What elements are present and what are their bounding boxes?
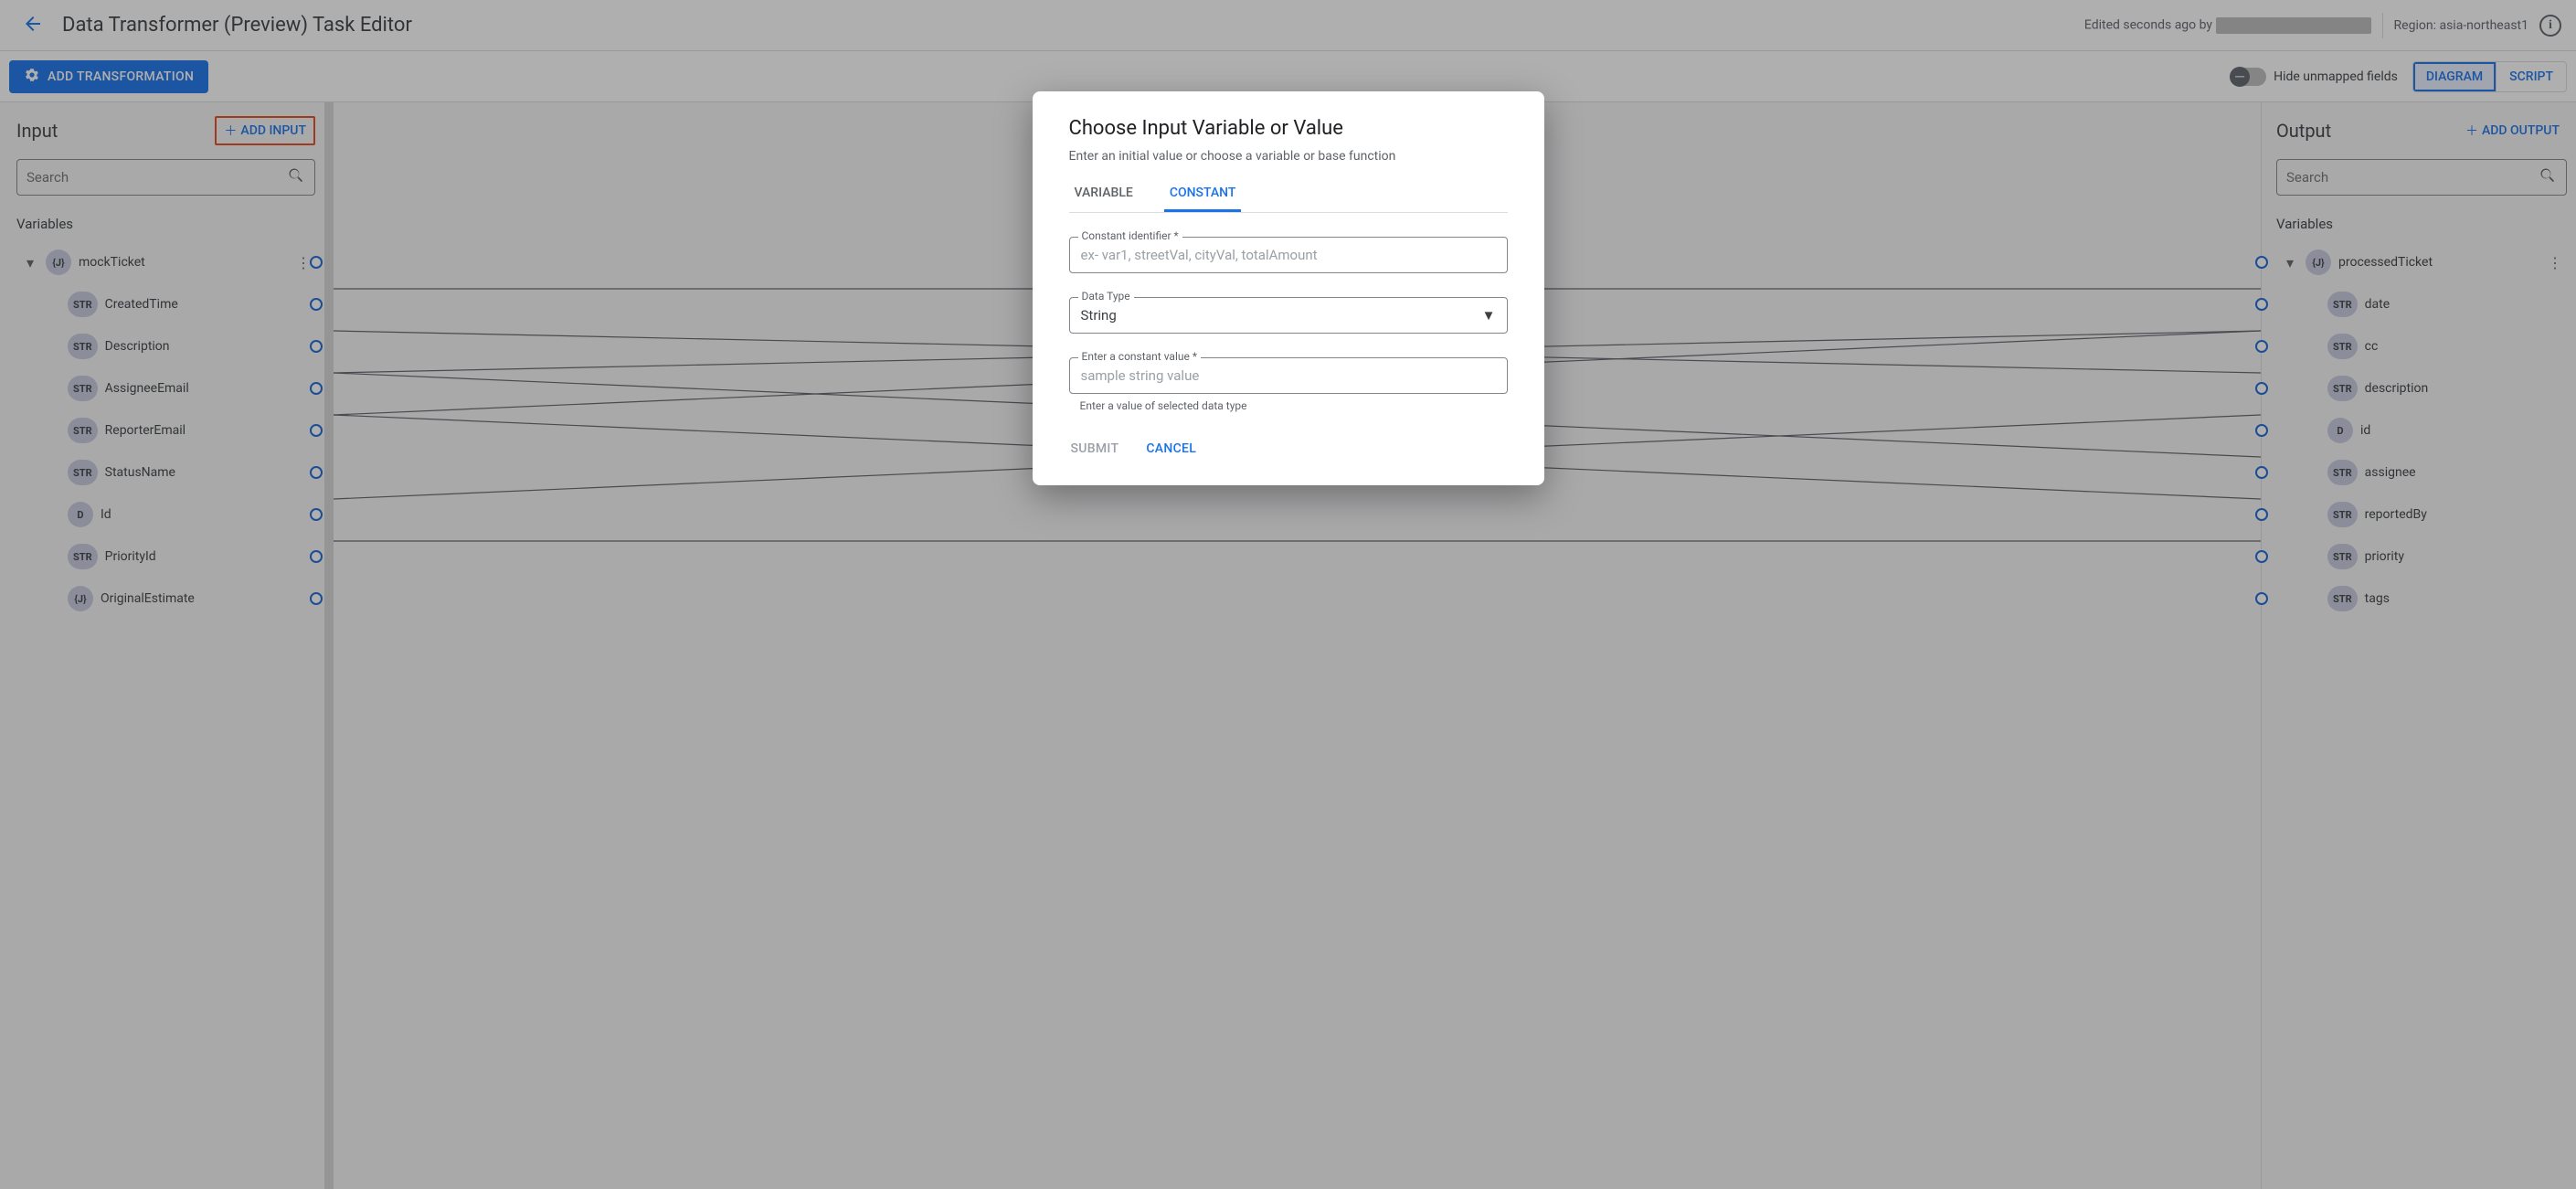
datatype-label: Data Type	[1078, 290, 1134, 303]
datatype-value: String	[1081, 307, 1117, 324]
constant-value-helper: Enter a value of selected data type	[1069, 399, 1508, 412]
identifier-input[interactable]	[1069, 237, 1508, 273]
submit-button[interactable]: SUBMIT	[1069, 436, 1121, 462]
modal-subtitle: Enter an initial value or choose a varia…	[1069, 149, 1508, 164]
identifier-label: Constant identifier *	[1078, 229, 1182, 242]
tab-constant[interactable]: CONSTANT	[1164, 176, 1242, 212]
chevron-down-icon: ▼	[1482, 307, 1496, 324]
datatype-select[interactable]: String ▼	[1069, 297, 1508, 334]
tab-variable[interactable]: VARIABLE	[1069, 176, 1139, 212]
constant-value-label: Enter a constant value *	[1078, 350, 1202, 363]
modal-title: Choose Input Variable or Value	[1069, 117, 1508, 140]
cancel-button[interactable]: CANCEL	[1144, 436, 1198, 462]
constant-value-input[interactable]	[1069, 357, 1508, 394]
choose-input-modal: Choose Input Variable or Value Enter an …	[1033, 91, 1544, 485]
